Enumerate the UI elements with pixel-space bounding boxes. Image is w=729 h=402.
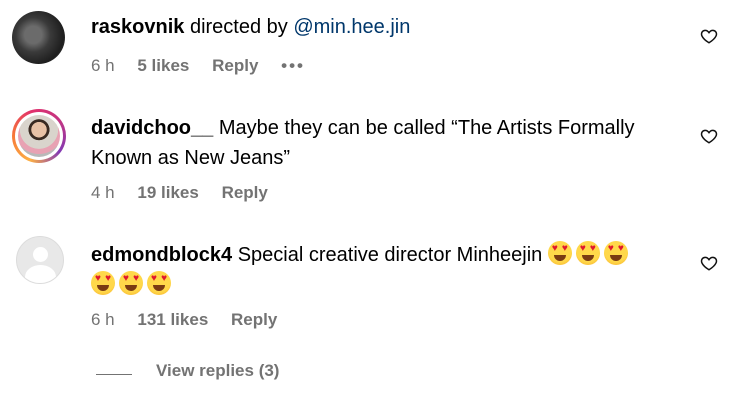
heart-eyes-emoji: [147, 271, 171, 295]
more-options-button[interactable]: •••: [281, 56, 305, 75]
username[interactable]: davidchoo__: [91, 117, 213, 139]
comment-meta: 6 h 5 likes Reply •••: [91, 56, 323, 76]
avatar-story-ring[interactable]: [12, 109, 66, 163]
comment-meta: 6 h 131 likes Reply: [91, 310, 295, 330]
comment-body-line-1: Maybe they can be called “The Artists Fo…: [213, 117, 635, 139]
timestamp[interactable]: 6 h: [91, 56, 115, 75]
comment-body: directed by: [184, 16, 294, 38]
view-replies-button[interactable]: View replies (3): [156, 361, 279, 381]
comment-meta: 4 h 19 likes Reply: [91, 183, 286, 203]
likes-count[interactable]: 19 likes: [137, 183, 198, 202]
comment-body-line-2: Known as New Jeans”: [91, 147, 290, 169]
avatar[interactable]: [12, 11, 65, 64]
comment-text: davidchoo__ Maybe they can be called “Th…: [91, 113, 635, 173]
avatar-body: [25, 265, 56, 283]
timestamp[interactable]: 6 h: [91, 310, 115, 329]
reply-button[interactable]: Reply: [231, 310, 277, 329]
comment-text: raskovnik directed by @min.hee.jin: [91, 12, 410, 42]
likes-count[interactable]: 131 likes: [137, 310, 208, 329]
comment-body: Special creative director Minheejin: [232, 244, 543, 266]
heart-icon[interactable]: [700, 127, 718, 145]
timestamp[interactable]: 4 h: [91, 183, 115, 202]
username[interactable]: edmondblock4: [91, 244, 232, 266]
avatar-head: [33, 247, 48, 262]
replies-divider: [96, 374, 132, 375]
default-avatar-icon[interactable]: [16, 236, 64, 284]
heart-eyes-emoji: [603, 241, 628, 265]
heart-eyes-emoji: [547, 241, 572, 265]
avatar-photo: [18, 115, 60, 157]
heart-icon[interactable]: [700, 27, 718, 45]
likes-count[interactable]: 5 likes: [137, 56, 189, 75]
username[interactable]: raskovnik: [91, 16, 184, 38]
heart-eyes-emoji: [119, 271, 143, 295]
heart-icon[interactable]: [700, 254, 718, 272]
reply-button[interactable]: Reply: [222, 183, 268, 202]
comment-text: edmondblock4 Special creative director M…: [91, 240, 632, 300]
reply-button[interactable]: Reply: [212, 56, 258, 75]
heart-eyes-emoji: [91, 271, 115, 295]
heart-eyes-emoji: [575, 241, 600, 265]
mention-link[interactable]: @min.hee.jin: [293, 16, 410, 38]
